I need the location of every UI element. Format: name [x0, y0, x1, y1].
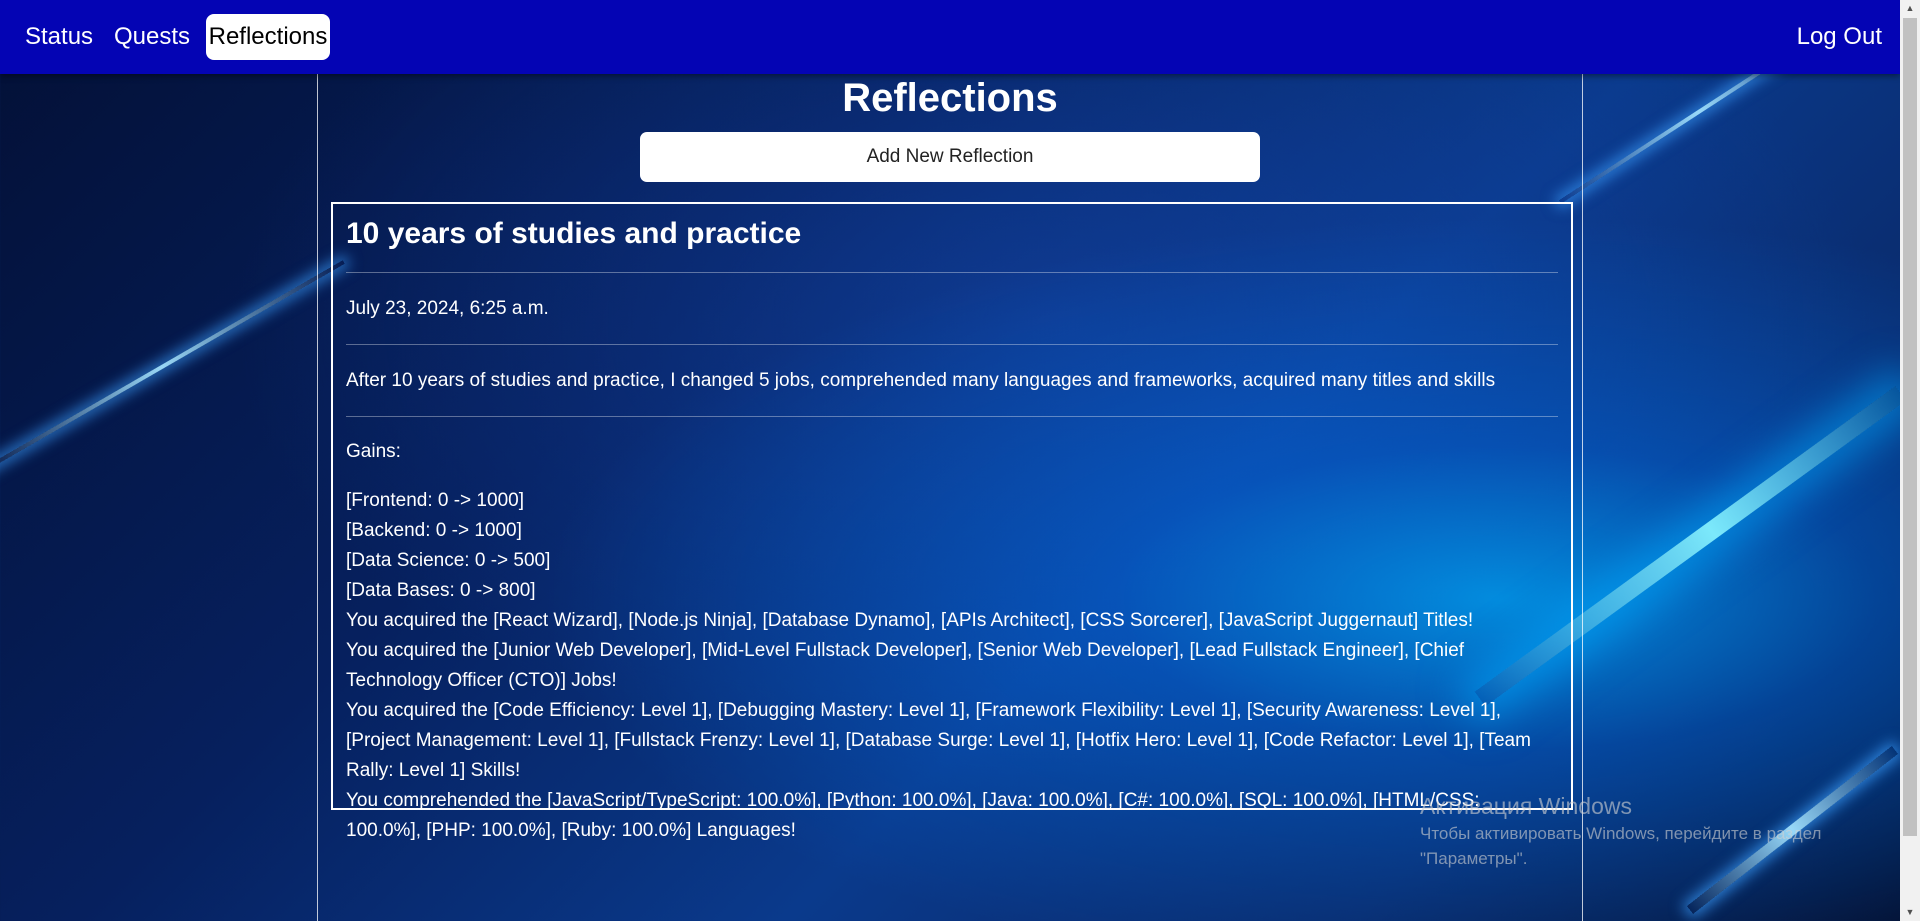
gain-titles: You acquired the [React Wizard], [Node.j…	[346, 610, 1474, 631]
gain-jobs: You acquired the [Junior Web Developer],…	[346, 640, 1465, 691]
watermark-title: Активация Windows	[1420, 793, 1632, 819]
nav-reflections-link-active[interactable]: Reflections	[206, 14, 330, 60]
scroll-up-arrow-icon[interactable]: ▲	[1900, 0, 1920, 17]
reflection-date: July 23, 2024, 6:25 a.m.	[346, 298, 549, 319]
background-light-beam	[0, 260, 345, 474]
watermark-line-1: Чтобы активировать Windows, перейдите в …	[1420, 824, 1822, 843]
gain-data-bases: [Data Bases: 0 -> 800]	[346, 580, 536, 601]
gains-list: [Frontend: 0 -> 1000] [Backend: 0 -> 100…	[346, 486, 1558, 846]
gains-label: Gains:	[346, 441, 401, 462]
reflection-card: 10 years of studies and practice July 23…	[331, 202, 1573, 841]
logout-link[interactable]: Log Out	[1791, 14, 1888, 60]
gain-languages: You comprehended the [JavaScript/TypeScr…	[346, 790, 1480, 841]
scroll-down-arrow-icon[interactable]: ▼	[1900, 904, 1920, 921]
page-title: Reflections	[842, 76, 1058, 120]
watermark-line-2: "Параметры".	[1420, 849, 1528, 868]
add-new-reflection-button[interactable]: Add New Reflection	[640, 132, 1260, 182]
top-navbar: Status Quests Reflections Log Out	[0, 0, 1900, 74]
reflection-summary: After 10 years of studies and practice, …	[346, 370, 1496, 391]
gain-data-science: [Data Science: 0 -> 500]	[346, 550, 551, 571]
scrollbar-thumb[interactable]	[1903, 18, 1917, 836]
windows-activation-watermark: Активация Windows Чтобы активировать Win…	[1420, 791, 1821, 871]
vertical-scrollbar[interactable]: ▲ ▼	[1900, 0, 1920, 921]
nav-quests-link[interactable]: Quests	[108, 14, 196, 60]
gain-backend: [Backend: 0 -> 1000]	[346, 520, 522, 541]
gain-frontend: [Frontend: 0 -> 1000]	[346, 490, 524, 511]
nav-status-link[interactable]: Status	[19, 14, 99, 60]
gain-skills: You acquired the [Code Efficiency: Level…	[346, 700, 1531, 781]
reflection-title: 10 years of studies and practice	[346, 217, 802, 250]
main-content: Reflections Add New Reflection 10 years …	[317, 74, 1583, 921]
